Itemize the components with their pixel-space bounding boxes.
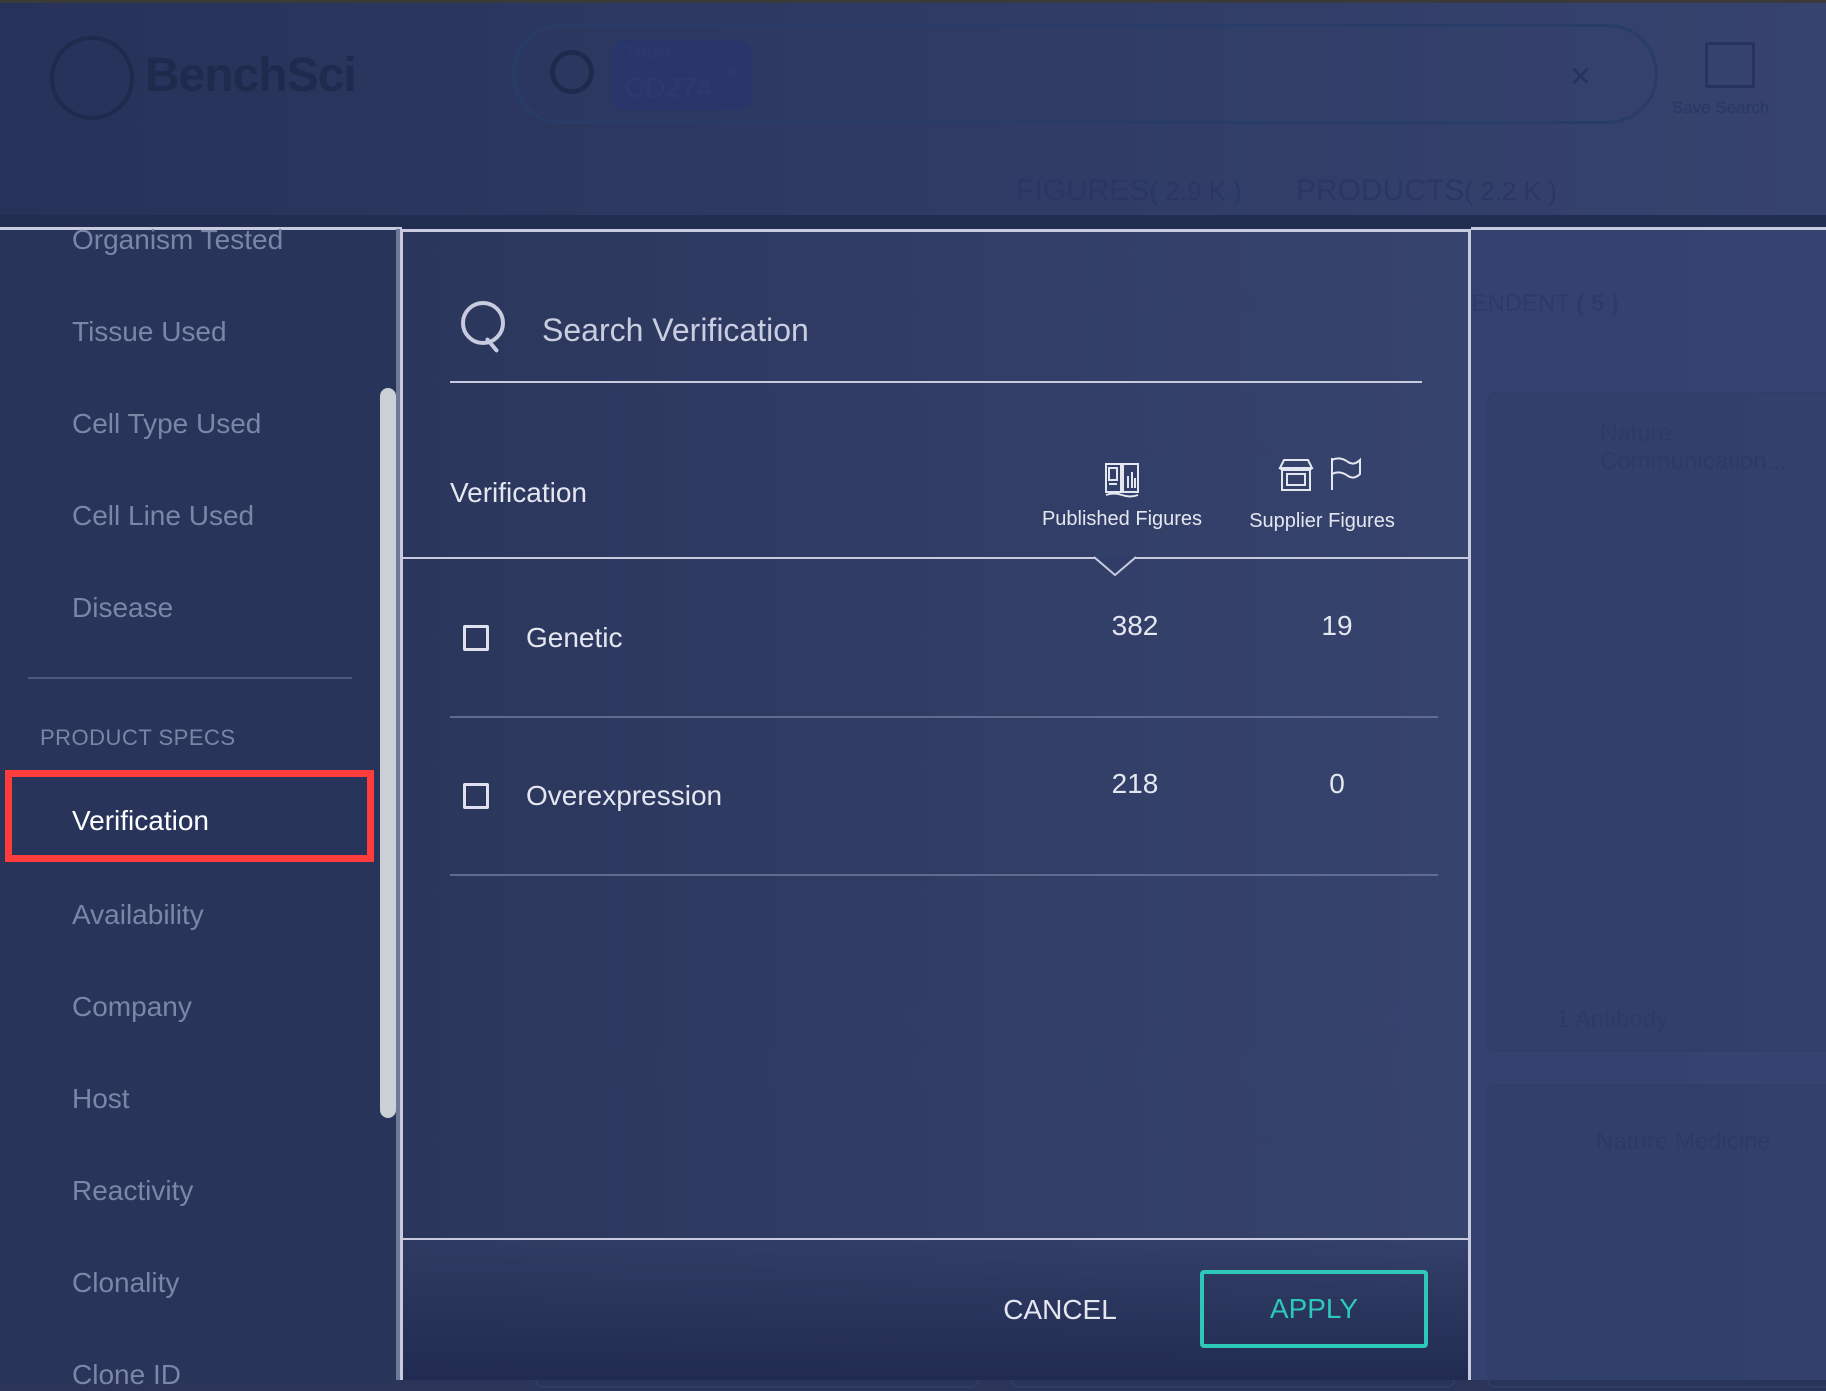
search-icon bbox=[550, 50, 594, 94]
apply-button[interactable]: APPLY bbox=[1200, 1270, 1428, 1348]
tab-figures-count: ( 2.9 K ) bbox=[1149, 176, 1242, 206]
independent-flag-icon bbox=[1328, 456, 1364, 497]
sidebar-divider bbox=[28, 677, 352, 679]
tab-products[interactable]: PRODUCTS( 2.2 K ) bbox=[1296, 174, 1557, 208]
row-label-genetic[interactable]: Genetic bbox=[526, 622, 623, 654]
sidebar-item-cell-type-used[interactable]: Cell Type Used bbox=[72, 408, 261, 440]
active-column-notch-icon bbox=[1094, 556, 1136, 576]
verification-column-header: Verification bbox=[450, 477, 587, 508]
overlay-dim bbox=[1471, 229, 1826, 1380]
row-divider bbox=[450, 874, 1438, 876]
sidebar-item-organism-tested[interactable]: Organism Tested bbox=[72, 224, 283, 256]
row-divider bbox=[450, 716, 1438, 718]
tab-products-label: PRODUCTS bbox=[1296, 174, 1465, 207]
sidebar-scrollbar-thumb[interactable] bbox=[380, 388, 396, 1118]
published-figures-icon bbox=[1104, 460, 1140, 503]
chip-remove-icon[interactable]: x bbox=[725, 58, 736, 84]
save-search-folder-icon[interactable] bbox=[1705, 42, 1755, 88]
save-search-label[interactable]: Save Search bbox=[1672, 98, 1769, 118]
sidebar-item-availability[interactable]: Availability bbox=[72, 899, 204, 931]
header-divider-right bbox=[1471, 227, 1826, 230]
search-icon bbox=[461, 301, 505, 345]
benchsci-logo-icon bbox=[50, 36, 134, 120]
column-published-figures: Published Figures bbox=[1041, 508, 1203, 530]
table-header-divider bbox=[403, 557, 1468, 559]
search-chip-label: Target bbox=[625, 44, 670, 61]
highlight-annotation-box bbox=[5, 770, 374, 862]
sidebar-item-clonality[interactable]: Clonality bbox=[72, 1267, 179, 1299]
cancel-button[interactable]: CANCEL bbox=[1000, 1290, 1120, 1330]
genetic-supplier-count: 19 bbox=[1321, 610, 1353, 641]
sidebar-item-disease[interactable]: Disease bbox=[72, 592, 173, 624]
search-underline bbox=[450, 381, 1422, 383]
sidebar-item-company[interactable]: Company bbox=[72, 991, 192, 1023]
checkbox-overexpression[interactable] bbox=[463, 783, 489, 809]
row-label-overexpression[interactable]: Overexpression bbox=[526, 780, 722, 812]
tab-figures-label: FIGURES bbox=[1016, 174, 1150, 207]
supplier-store-icon bbox=[1278, 458, 1314, 497]
window-top-edge bbox=[0, 0, 1826, 3]
sidebar-item-clone-id[interactable]: Clone ID bbox=[72, 1359, 181, 1391]
search-chip-value: CD274 bbox=[625, 72, 713, 103]
sidebar-item-tissue-used[interactable]: Tissue Used bbox=[72, 316, 227, 348]
tab-figures[interactable]: FIGURES( 2.9 K ) bbox=[1016, 174, 1242, 208]
sidebar-section-product-specs: PRODUCT SPECS bbox=[40, 725, 236, 750]
overexpression-supplier-count: 0 bbox=[1329, 768, 1345, 799]
sidebar-item-host[interactable]: Host bbox=[72, 1083, 130, 1115]
checkbox-genetic[interactable] bbox=[463, 625, 489, 651]
clear-search-icon[interactable]: × bbox=[1570, 55, 1591, 97]
genetic-published-count: 382 bbox=[1111, 610, 1159, 641]
tab-products-count: ( 2.2 K ) bbox=[1464, 176, 1557, 206]
sidebar-item-cell-line-used[interactable]: Cell Line Used bbox=[72, 500, 254, 532]
overexpression-published-count: 218 bbox=[1111, 768, 1159, 799]
sidebar-item-reactivity[interactable]: Reactivity bbox=[72, 1175, 193, 1207]
column-supplier-figures: Supplier Figures bbox=[1249, 510, 1395, 532]
brand-name: BenchSci bbox=[145, 49, 357, 102]
search-verification-input[interactable] bbox=[542, 308, 1402, 352]
